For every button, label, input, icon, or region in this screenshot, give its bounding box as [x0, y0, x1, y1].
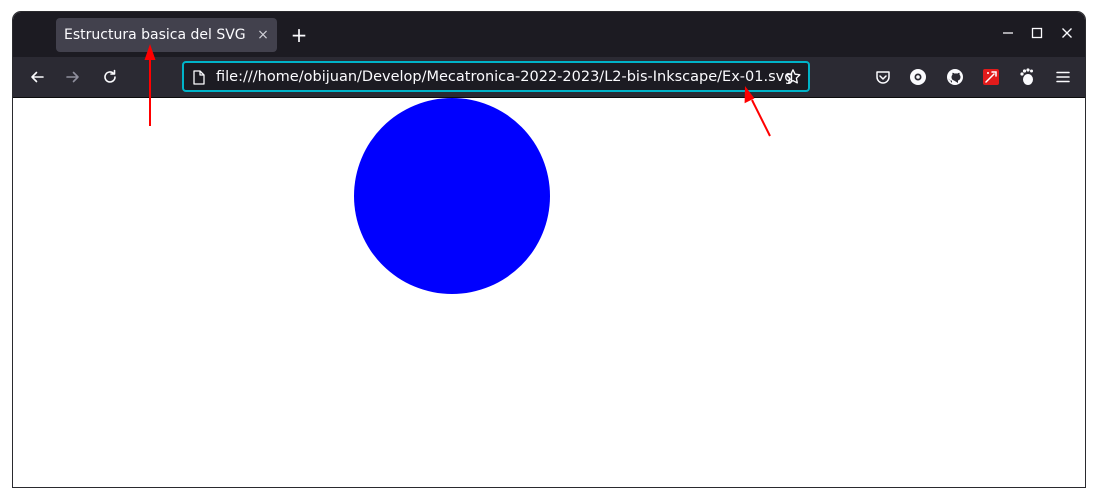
- forward-icon: [66, 71, 79, 83]
- page-content: [13, 98, 1085, 487]
- reload-icon: [104, 69, 116, 83]
- maximize-button[interactable]: [1025, 23, 1049, 47]
- pocket-icon: [876, 71, 890, 84]
- svg-document: [354, 98, 550, 294]
- new-tab-button[interactable]: +: [285, 21, 313, 49]
- github-icon: [947, 69, 963, 85]
- back-icon: [31, 71, 44, 83]
- close-window-button[interactable]: [1055, 23, 1079, 47]
- blue-circle: [354, 98, 550, 294]
- close-icon: [1062, 28, 1072, 38]
- extension-icon-red: [983, 69, 999, 85]
- tab-title: Estructura basica del SVG: [64, 27, 246, 43]
- github-button[interactable]: [945, 67, 965, 87]
- back-button[interactable]: [23, 63, 51, 91]
- page-icon: [193, 70, 205, 85]
- extension-button-3[interactable]: [1017, 67, 1037, 87]
- menu-button[interactable]: [1053, 67, 1073, 87]
- tab-active[interactable]: Estructura basica del SVG ×: [56, 18, 277, 52]
- maximize-icon: [1031, 27, 1043, 39]
- minimize-button[interactable]: [996, 23, 1020, 47]
- extension-button-1[interactable]: [908, 67, 928, 87]
- tab-strip: Estructura basica del SVG × +: [13, 12, 1085, 57]
- extension-button-2[interactable]: [981, 67, 1001, 87]
- navigation-toolbar: file:///home/obijuan/Develop/Mecatronica…: [13, 57, 1085, 98]
- gnome-foot-icon: [1020, 68, 1033, 85]
- minimize-icon: [1003, 32, 1013, 34]
- url-input[interactable]: file:///home/obijuan/Develop/Mecatronica…: [216, 69, 793, 85]
- bookmark-star-icon[interactable]: [784, 68, 802, 86]
- extension-icon: [910, 69, 926, 85]
- forward-button[interactable]: [59, 63, 87, 91]
- browser-window: Estructura basica del SVG × + file:///ho…: [12, 11, 1086, 488]
- reload-button[interactable]: [96, 63, 124, 91]
- tab-close-button[interactable]: ×: [249, 27, 277, 43]
- menu-icon: [1056, 71, 1070, 83]
- address-bar[interactable]: file:///home/obijuan/Develop/Mecatronica…: [182, 61, 810, 92]
- pocket-button[interactable]: [873, 67, 893, 87]
